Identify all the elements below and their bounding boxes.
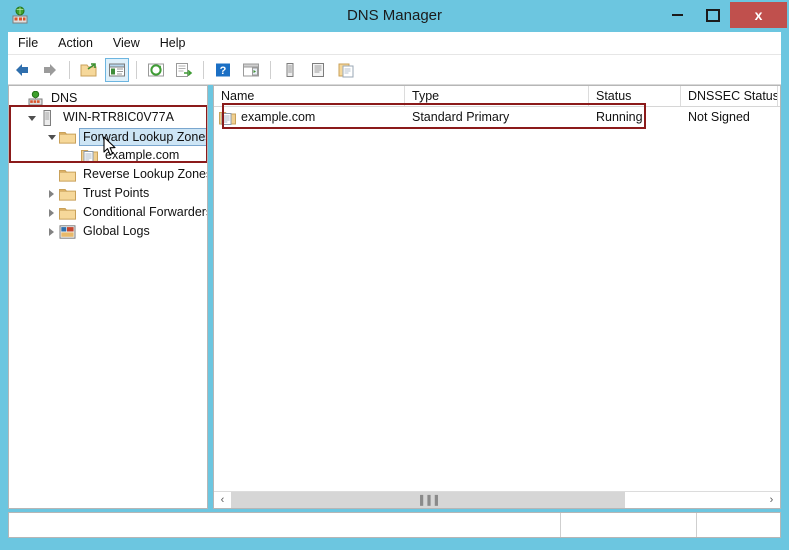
list-rows: example.com Standard Primary Running Not Si… [214,107,780,128]
tree-node-label: Global Logs [83,224,150,238]
tree-node-label: Reverse Lookup Zones [83,167,208,181]
chevron-down-icon[interactable] [45,127,58,146]
toolbar-separator-2 [136,60,137,79]
forward-icon[interactable] [38,58,62,82]
cell-dnssec-status: Not Signed [688,110,750,124]
content-area: DNS WIN-RTR8IC0V77A Forward Lookup Zones ex… [8,85,781,509]
tree-node-label: Trust Points [83,186,150,200]
help-icon[interactable]: ? [211,58,235,82]
menu-help[interactable]: Help [151,34,195,52]
scrollbar-thumb[interactable]: ▐▐▐ [231,492,625,508]
column-header-name[interactable]: Name [214,86,405,106]
column-header-type[interactable]: Type [405,86,589,106]
toolbar-separator-1 [69,60,70,79]
dns-manager-window: DNS Manager x File Action View Help ? DN… [0,0,789,550]
cell-text: example.com [241,110,316,124]
chevron-right-icon[interactable] [45,184,58,203]
toolbar: ? [8,55,781,85]
folder-icon [58,167,76,183]
tree-node-global-logs[interactable]: Global Logs [9,222,207,241]
console-tree: DNS WIN-RTR8IC0V77A Forward Lookup Zones ex… [9,86,207,241]
svg-text:?: ? [220,65,227,77]
tree-node-forward-lookup-zones[interactable]: Forward Lookup Zones [9,127,207,146]
chevron-right-icon[interactable] [45,203,58,222]
tree-node-label: WIN-RTR8IC0V77A [63,110,174,124]
menu-bar: File Action View Help [8,32,781,55]
scrollbar-track[interactable]: ▐▐▐ [231,492,763,508]
window-caption-buttons: x [660,2,787,30]
chevron-right-icon[interactable] [45,222,58,241]
new-host-icon[interactable] [278,58,302,82]
show-hide-console-tree-icon[interactable] [105,57,129,82]
tree-node-label: Conditional Forwarders [83,205,208,219]
folder-icon [58,129,76,145]
global-logs-icon [58,224,76,240]
status-cell-2 [561,513,697,537]
cell-status: Running [596,110,643,124]
toolbar-separator-4 [270,60,271,79]
tree-twisty-placeholder [13,89,26,108]
scroll-left-arrow[interactable]: ‹ [214,492,231,508]
export-list-icon[interactable] [172,58,196,82]
status-bar [8,512,781,538]
tree-node-trust-points[interactable]: Trust Points [9,184,207,203]
zone-icon [219,111,236,125]
back-icon[interactable] [10,58,34,82]
show-hide-action-pane-icon[interactable] [239,58,263,82]
copy-icon[interactable] [334,58,358,82]
folder-icon [58,205,76,221]
menu-view[interactable]: View [104,34,149,52]
column-header-dnssec-status[interactable]: DNSSEC Status [681,86,778,106]
close-button[interactable]: x [730,2,787,28]
tree-node-label: DNS [51,91,78,105]
menu-file[interactable]: File [9,34,47,52]
tree-node-dns[interactable]: DNS [9,89,207,108]
console-tree-pane: DNS WIN-RTR8IC0V77A Forward Lookup Zones ex… [8,85,208,509]
cell-name: example.com [214,107,405,128]
chevron-down-icon[interactable] [25,108,38,127]
menu-action[interactable]: Action [49,34,102,52]
tree-node-reverse-lookup-zones[interactable]: Reverse Lookup Zones [9,165,207,184]
zone-icon [80,148,98,164]
maximize-button[interactable] [695,2,730,28]
folder-icon [58,186,76,202]
server-icon [38,109,56,126]
tree-node-example-com[interactable]: example.com [9,146,207,165]
tree-node-label: Forward Lookup Zones [79,127,207,146]
tree-node-label: example.com [105,148,180,162]
scroll-right-arrow[interactable]: › [763,492,780,508]
table-row[interactable]: example.com Standard Primary Running Not Si… [214,107,780,128]
zone-list-pane: Name Type Status DNSSEC Status example.com S… [213,85,781,509]
column-header-status[interactable]: Status [589,86,681,106]
horizontal-scrollbar[interactable]: ‹ ▐▐▐ › [214,491,780,508]
up-one-level-icon[interactable] [77,58,101,82]
refresh-icon[interactable] [144,58,168,82]
tree-twisty-placeholder [67,146,80,165]
title-bar: DNS Manager x [0,0,789,32]
tree-twisty-placeholder [45,165,58,184]
tree-node-win-rtr8ic0v77a[interactable]: WIN-RTR8IC0V77A [9,108,207,127]
status-cell-1 [9,513,561,537]
dns-root-icon [26,91,44,107]
toolbar-separator-3 [203,60,204,79]
list-column-headers: Name Type Status DNSSEC Status [214,86,780,107]
properties-icon[interactable] [306,58,330,82]
status-cell-3 [697,513,780,537]
minimize-button[interactable] [660,2,695,28]
cell-type: Standard Primary [412,110,510,124]
tree-node-conditional-forwarders[interactable]: Conditional Forwarders [9,203,207,222]
